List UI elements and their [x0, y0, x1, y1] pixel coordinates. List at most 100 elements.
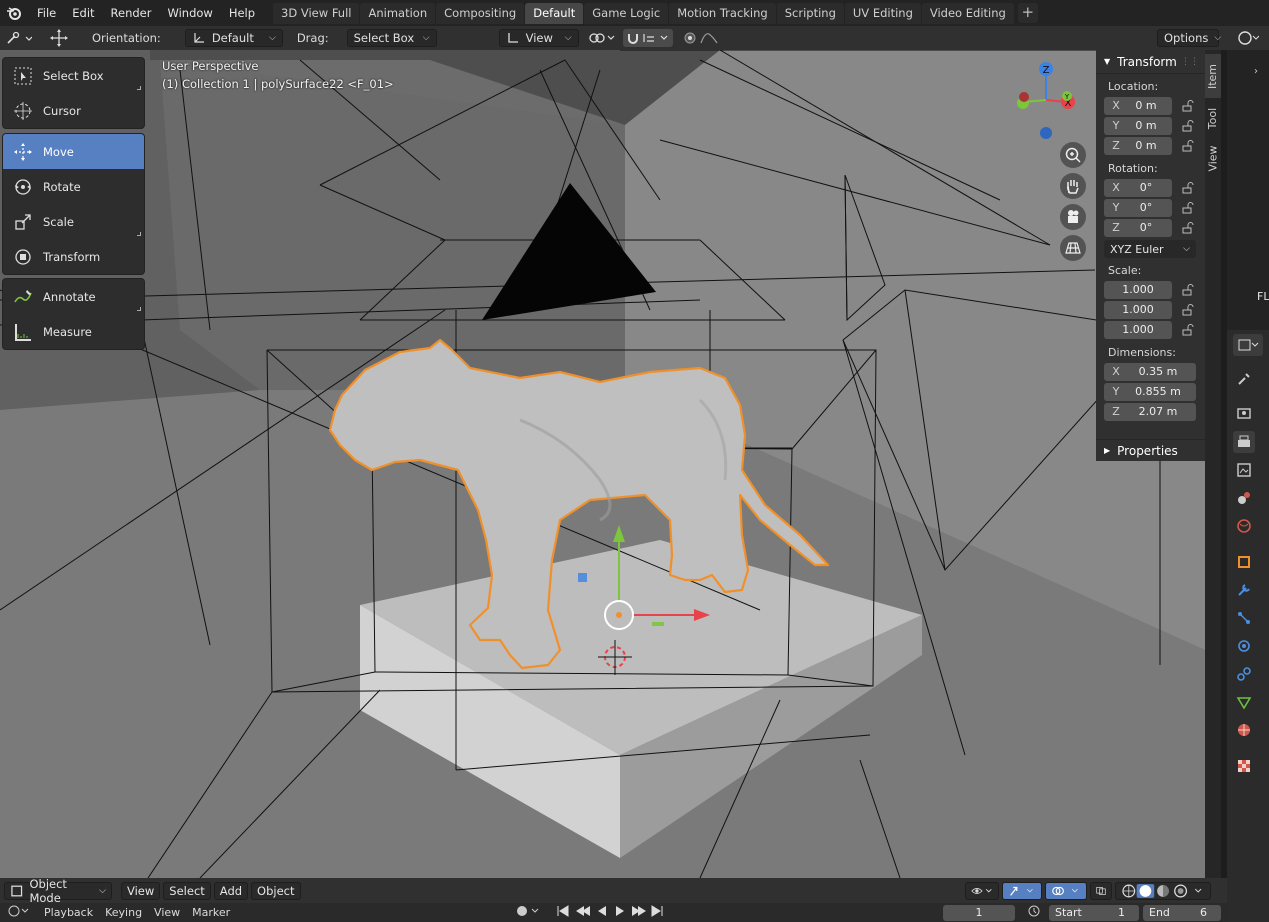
- record-button[interactable]: [516, 905, 546, 920]
- zoom-view-button[interactable]: [1060, 142, 1086, 168]
- tool-properties-icon[interactable]: [1233, 368, 1255, 390]
- tab-scripting[interactable]: Scripting: [776, 2, 844, 24]
- tool-measure[interactable]: Measure: [3, 314, 144, 349]
- rotation-z-field[interactable]: Z 0°: [1104, 218, 1172, 237]
- tool-scale[interactable]: Scale: [3, 204, 144, 239]
- orientation-dropdown[interactable]: Default ⌵: [184, 29, 283, 47]
- scale-y-field[interactable]: 1.000: [1104, 300, 1172, 319]
- menu-render[interactable]: Render: [103, 2, 160, 24]
- options-dropdown[interactable]: Options ⌵: [1157, 29, 1221, 47]
- dimensions-z-field[interactable]: Z 2.07 m: [1104, 402, 1196, 421]
- lock-icon[interactable]: [1180, 303, 1196, 317]
- location-y-field[interactable]: Y 0 m: [1104, 116, 1172, 135]
- timeline-menu-marker[interactable]: Marker: [192, 906, 230, 919]
- lock-icon[interactable]: [1180, 283, 1196, 297]
- scale-z-field[interactable]: 1.000: [1104, 320, 1172, 339]
- snap-toggle-button[interactable]: [622, 29, 673, 47]
- location-z-field[interactable]: Z 0 m: [1104, 136, 1172, 155]
- tab-tool[interactable]: Tool: [1205, 100, 1221, 136]
- world-properties-icon[interactable]: [1233, 515, 1255, 537]
- timeline-menu-view[interactable]: View: [154, 906, 180, 919]
- modifier-properties-icon[interactable]: [1233, 579, 1255, 601]
- show-overlays-toggle[interactable]: [1045, 881, 1087, 900]
- pivot-point-button[interactable]: [585, 29, 619, 47]
- menu-object[interactable]: Object: [251, 881, 301, 900]
- render-properties-icon[interactable]: [1233, 402, 1255, 424]
- properties-display-toggle[interactable]: [1233, 334, 1263, 356]
- expand-arrow-icon[interactable]: ›: [1254, 66, 1258, 77]
- add-workspace-button[interactable]: +: [1017, 3, 1038, 23]
- lock-icon[interactable]: [1180, 181, 1196, 195]
- timeline-editor-icon[interactable]: [8, 905, 30, 920]
- menu-add[interactable]: Add: [213, 881, 249, 900]
- material-properties-icon[interactable]: [1233, 719, 1255, 741]
- timeline-menu-keying[interactable]: Keying: [105, 906, 142, 919]
- scene-properties-icon[interactable]: [1233, 487, 1255, 509]
- tool-rotate[interactable]: Rotate: [3, 169, 144, 204]
- menu-edit[interactable]: Edit: [64, 2, 102, 24]
- location-x-field[interactable]: X 0 m: [1104, 96, 1172, 115]
- menu-file[interactable]: File: [29, 2, 64, 24]
- tab-3d-view-full[interactable]: 3D View Full: [273, 2, 360, 24]
- rotation-x-field[interactable]: X 0°: [1104, 178, 1172, 197]
- visibility-dropdown[interactable]: [965, 881, 999, 900]
- tab-compositing[interactable]: Compositing: [436, 2, 525, 24]
- view-layer-properties-icon[interactable]: [1233, 459, 1255, 481]
- lock-icon[interactable]: [1180, 221, 1196, 235]
- lock-icon[interactable]: [1180, 119, 1196, 133]
- tab-animation[interactable]: Animation: [360, 2, 436, 24]
- start-frame-field[interactable]: Start 1: [1049, 904, 1139, 921]
- blender-logo-icon[interactable]: [3, 2, 25, 24]
- tab-motion-tracking[interactable]: Motion Tracking: [669, 2, 776, 24]
- drag-handle-icon[interactable]: ⋮⋮: [1181, 57, 1199, 67]
- pan-view-button[interactable]: [1060, 173, 1086, 199]
- particles-properties-icon[interactable]: [1233, 607, 1255, 629]
- object-mode-dropdown[interactable]: Object Mode ⌵: [4, 877, 112, 905]
- tab-video-editing[interactable]: Video Editing: [921, 2, 1014, 24]
- editor-type-icon[interactable]: [1237, 30, 1260, 49]
- tab-game-logic[interactable]: Game Logic: [584, 2, 669, 24]
- object-properties-icon[interactable]: [1233, 551, 1255, 573]
- shading-mode-buttons[interactable]: [1115, 881, 1211, 900]
- constraints-properties-icon[interactable]: [1233, 663, 1255, 685]
- lock-icon[interactable]: [1180, 201, 1196, 215]
- proportional-editing-button[interactable]: [681, 29, 725, 47]
- camera-view-button[interactable]: [1060, 204, 1086, 230]
- rotation-y-field[interactable]: Y 0°: [1104, 198, 1172, 217]
- tool-annotate[interactable]: Annotate: [3, 279, 144, 314]
- menu-help[interactable]: Help: [221, 2, 263, 24]
- lock-icon[interactable]: [1180, 323, 1196, 337]
- texture-properties-icon[interactable]: [1233, 755, 1255, 777]
- scale-x-field[interactable]: 1.000: [1104, 280, 1172, 299]
- dimensions-y-field[interactable]: Y 0.855 m: [1104, 382, 1196, 401]
- tool-cursor[interactable]: Cursor: [3, 93, 144, 128]
- tool-transform[interactable]: Transform: [3, 239, 144, 274]
- properties-panel-header[interactable]: ▶ Properties: [1096, 439, 1205, 461]
- lock-icon[interactable]: [1180, 99, 1196, 113]
- xray-toggle[interactable]: [1090, 881, 1112, 900]
- show-gizmo-toggle[interactable]: [1002, 881, 1042, 900]
- physics-properties-icon[interactable]: [1233, 635, 1255, 657]
- transform-panel-header[interactable]: ▼ Transform ⋮⋮: [1096, 50, 1205, 74]
- menu-window[interactable]: Window: [159, 2, 220, 24]
- tab-uv-editing[interactable]: UV Editing: [844, 2, 921, 24]
- rotation-mode-dropdown[interactable]: XYZ Euler ⌵: [1104, 240, 1196, 258]
- editor-type-button[interactable]: [4, 29, 34, 47]
- data-properties-icon[interactable]: [1233, 691, 1255, 713]
- transform-pivot-icon[interactable]: [44, 29, 74, 47]
- lock-icon[interactable]: [1180, 139, 1196, 153]
- transform-orientation-dropdown[interactable]: View ⌵: [498, 29, 579, 47]
- ortho-view-button[interactable]: [1060, 235, 1086, 261]
- menu-view[interactable]: View: [121, 881, 161, 900]
- tab-item[interactable]: Item: [1205, 54, 1221, 98]
- playback-controls[interactable]: [556, 905, 666, 920]
- drag-dropdown[interactable]: Select Box ⌵: [346, 29, 437, 47]
- output-properties-icon[interactable]: [1233, 431, 1255, 453]
- tab-view[interactable]: View: [1205, 138, 1221, 178]
- navigation-axis-gizmo[interactable]: Z X Y: [1010, 60, 1085, 140]
- menu-select[interactable]: Select: [163, 881, 211, 900]
- current-frame-field[interactable]: 1: [943, 904, 1015, 921]
- tool-select-box[interactable]: Select Box: [3, 58, 144, 93]
- end-frame-field[interactable]: End 6: [1143, 904, 1221, 921]
- tool-move[interactable]: Move: [3, 134, 144, 169]
